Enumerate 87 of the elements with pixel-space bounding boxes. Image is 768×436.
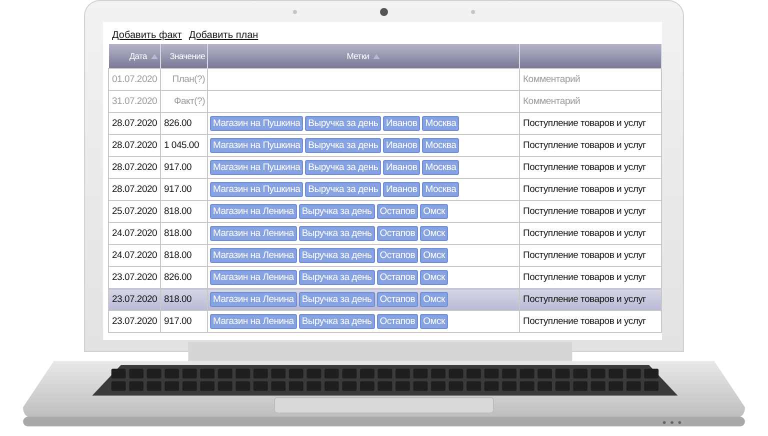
tag[interactable]: Магазин на Пушкина xyxy=(210,116,304,131)
tag[interactable]: Остапов xyxy=(376,292,418,307)
column-header[interactable] xyxy=(520,44,662,68)
tag[interactable]: Иванов xyxy=(383,160,420,175)
tag[interactable]: Остапов xyxy=(376,226,418,241)
tag[interactable]: Остапов xyxy=(376,248,418,263)
header-label: Метки xyxy=(346,51,370,61)
tag[interactable]: Выручка за день xyxy=(298,248,375,263)
value-cell: 917.00 xyxy=(160,310,208,332)
tag[interactable]: Выручка за день xyxy=(298,204,375,219)
date-cell: 28.07.2020 xyxy=(108,134,160,156)
value-cell: 818.00 xyxy=(160,244,208,266)
comment-cell: Поступление товаров и услуг xyxy=(520,178,662,200)
header-label: Значение xyxy=(170,51,205,61)
tag[interactable]: Омск xyxy=(420,204,448,219)
sort-icon[interactable] xyxy=(151,54,158,59)
tag[interactable]: Москва xyxy=(422,116,460,131)
tag[interactable]: Магазин на Ленина xyxy=(210,292,297,307)
tag[interactable]: Иванов xyxy=(383,182,420,197)
date-cell: 28.07.2020 xyxy=(108,112,160,134)
tag[interactable]: Магазин на Ленина xyxy=(210,226,297,241)
comment-cell: Поступление товаров и услуг xyxy=(520,156,662,178)
column-header[interactable]: Значение xyxy=(160,44,208,68)
date-cell: 24.07.2020 xyxy=(108,222,160,244)
tag[interactable]: Остапов xyxy=(376,314,418,329)
sort-icon[interactable] xyxy=(373,54,380,59)
value-cell: 818.00 xyxy=(160,222,208,244)
tag[interactable]: Иванов xyxy=(383,116,420,131)
comment-cell: Комментарий xyxy=(520,90,662,112)
date-cell: 23.07.2020 xyxy=(108,288,160,310)
value-cell: 818.00 xyxy=(160,288,208,310)
tag[interactable]: Иванов xyxy=(383,138,420,153)
tag[interactable]: Выручка за день xyxy=(298,314,375,329)
tag[interactable]: Омск xyxy=(420,248,448,263)
date-cell: 28.07.2020 xyxy=(108,156,160,178)
tag[interactable]: Выручка за день xyxy=(298,270,375,285)
value-cell: 917.00 xyxy=(160,156,208,178)
date-cell: 24.07.2020 xyxy=(108,244,160,266)
tag[interactable]: Остапов xyxy=(376,204,418,219)
comment-cell: Поступление товаров и услуг xyxy=(520,288,662,310)
tag[interactable]: Магазин на Ленина xyxy=(210,270,297,285)
sensor-dot xyxy=(293,10,297,14)
tag[interactable]: Магазин на Ленина xyxy=(210,248,297,263)
comment-cell: Поступление товаров и услуг xyxy=(520,112,662,134)
tag[interactable]: Омск xyxy=(420,292,448,307)
value-cell: 1 045.00 xyxy=(160,134,208,156)
header-label: Дата xyxy=(129,51,147,61)
camera-icon xyxy=(380,8,388,16)
sensor-dot xyxy=(471,10,475,14)
value-cell: 818.00 xyxy=(160,200,208,222)
tag[interactable]: Выручка за день xyxy=(305,182,382,197)
tag[interactable]: Выручка за день xyxy=(298,226,375,241)
tag[interactable]: Выручка за день xyxy=(305,138,382,153)
column-header[interactable]: Метки xyxy=(208,44,520,68)
tag[interactable]: Выручка за день xyxy=(298,292,375,307)
value-cell: Факт(?) xyxy=(160,90,208,112)
tag[interactable]: Магазин на Ленина xyxy=(210,204,297,219)
tag[interactable]: Магазин на Пушкина xyxy=(210,138,304,153)
comment-cell: Комментарий xyxy=(520,68,662,90)
add-link[interactable]: Добавить факт xyxy=(112,30,182,40)
column-header[interactable]: Дата xyxy=(108,44,160,68)
value-cell: 826.00 xyxy=(160,112,208,134)
add-link[interactable]: Добавить план xyxy=(188,30,258,40)
comment-cell: Поступление товаров и услуг xyxy=(520,222,662,244)
date-cell: 31.07.2020 xyxy=(108,90,160,112)
tag[interactable]: Остапов xyxy=(376,270,418,285)
value-cell: 917.00 xyxy=(160,178,208,200)
tag[interactable]: Магазин на Пушкина xyxy=(210,182,304,197)
tag[interactable]: Выручка за день xyxy=(305,116,382,131)
date-cell: 28.07.2020 xyxy=(108,178,160,200)
tag[interactable]: Москва xyxy=(422,138,460,153)
date-cell: 25.07.2020 xyxy=(108,200,160,222)
comment-cell: Поступление товаров и услуг xyxy=(520,310,662,332)
comment-cell: Поступление товаров и услуг xyxy=(520,200,662,222)
tag[interactable]: Омск xyxy=(420,314,448,329)
comment-cell: Поступление товаров и услуг xyxy=(520,134,662,156)
tag[interactable]: Омск xyxy=(420,226,448,241)
tag[interactable]: Магазин на Ленина xyxy=(210,314,297,329)
tag[interactable]: Москва xyxy=(422,182,460,197)
tag[interactable]: Выручка за день xyxy=(305,160,382,175)
date-cell: 23.07.2020 xyxy=(108,310,160,332)
date-cell: 01.07.2020 xyxy=(108,68,160,90)
tag[interactable]: Магазин на Пушкина xyxy=(210,160,304,175)
value-cell: План(?) xyxy=(160,68,208,90)
tag[interactable]: Омск xyxy=(420,270,448,285)
comment-cell: Поступление товаров и услуг xyxy=(520,244,662,266)
tag[interactable]: Москва xyxy=(422,160,460,175)
